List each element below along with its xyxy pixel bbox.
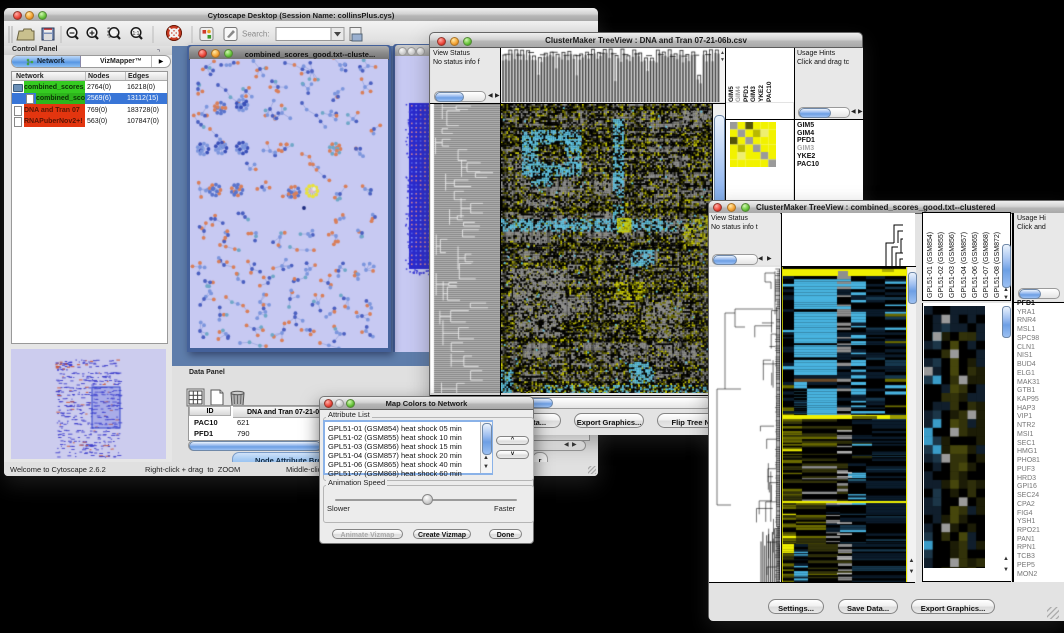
svg-text:1:1: 1:1 <box>133 31 140 37</box>
svg-text:Search:: Search: <box>242 30 270 39</box>
